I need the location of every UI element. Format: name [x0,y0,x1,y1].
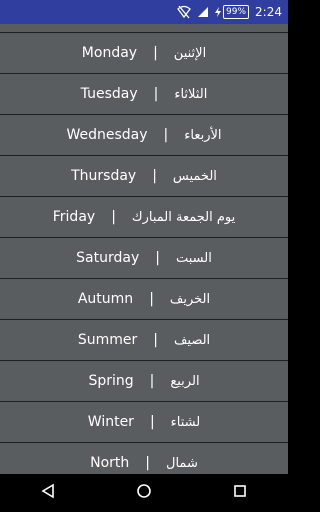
battery-charging-icon: 99% [215,5,250,19]
list-item[interactable]: Summer | الصيف [0,320,288,361]
arabic-word: الصيف [173,332,211,348]
english-word: Wednesday [66,127,148,143]
list-item[interactable]: Autumn | الخريف [0,279,288,320]
list-item[interactable]: Spring | الربيع [0,361,288,402]
arabic-word: شمال [166,455,198,471]
clock: 2:24 [255,5,282,19]
home-icon [136,483,152,503]
arabic-word: الإثنين [173,45,207,61]
arabic-word: السبت [175,250,212,266]
separator: | [149,291,154,307]
separator: | [149,373,155,389]
arabic-word: الأربعاء [184,127,222,143]
navigation-bar [0,474,288,512]
back-icon [40,483,56,503]
english-word: Friday [52,209,96,225]
english-word: North [90,455,130,471]
english-word: Saturday [76,250,140,266]
recents-icon [232,483,248,503]
home-button[interactable] [124,474,164,512]
english-word: Winter [87,414,134,430]
signal-icon [197,6,209,18]
battery-percent: 99% [223,5,250,19]
back-button[interactable] [28,474,68,512]
arabic-word: الخريف [169,291,211,307]
recents-button[interactable] [220,474,260,512]
list-item[interactable]: Saturday | السبت [0,238,288,279]
separator: | [153,86,159,102]
word-list[interactable]: Monday | الإثنين Tuesday | الثلاثاء Wednesday |… [0,24,288,474]
list-item[interactable]: Wednesday | الأربعاء [0,115,288,156]
separator: | [153,45,158,61]
list-item[interactable]: Friday | يوم الجمعة المبارك [0,197,288,238]
separator: | [153,332,158,348]
arabic-word: الربيع [170,373,200,389]
list-item[interactable]: Tuesday | الثلاثاء [0,74,288,115]
english-word: Monday [81,45,138,61]
wifi-off-icon [177,5,191,19]
arabic-word: الثلاثاء [174,86,208,102]
status-bar: 99% 2:24 [0,0,288,24]
list-top-item [0,24,288,33]
arabic-word: لشتاء [170,414,201,430]
list-item[interactable]: North | شمال [0,443,288,474]
list-item[interactable]: Winter | لشتاء [0,402,288,443]
separator: | [152,168,157,184]
list-item[interactable]: Thursday | الخميس [0,156,288,197]
arabic-word: يوم الجمعة المبارك [131,209,236,225]
separator: | [155,250,160,266]
separator: | [111,209,116,225]
separator: | [149,414,155,430]
english-word: Thursday [71,168,137,184]
arabic-word: الخميس [172,168,217,184]
list-item[interactable]: Monday | الإثنين [0,33,288,74]
separator: | [145,455,151,471]
english-word: Tuesday [80,86,138,102]
english-word: Summer [77,332,138,348]
english-word: Autumn [77,291,134,307]
separator: | [163,127,169,143]
english-word: Spring [88,373,134,389]
